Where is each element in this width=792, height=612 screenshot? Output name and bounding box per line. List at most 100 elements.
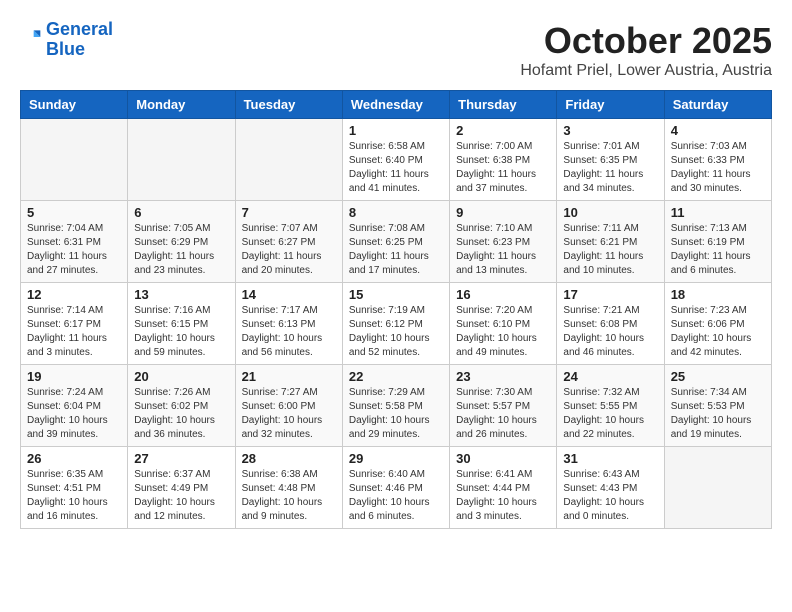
day-info: Sunrise: 6:37 AM Sunset: 4:49 PM Dayligh…: [134, 468, 228, 524]
calendar-day-cell: 6 Sunrise: 7:05 AM Sunset: 6:29 PM Daylig…: [128, 201, 235, 283]
day-info: Sunrise: 7:19 AM Sunset: 6:12 PM Dayligh…: [349, 304, 443, 360]
calendar-day-cell: 29 Sunrise: 6:40 AM Sunset: 4:46 PM Dayli…: [342, 447, 449, 529]
day-number: 4: [671, 123, 765, 138]
day-number: 14: [242, 287, 336, 302]
day-number: 20: [134, 369, 228, 384]
calendar-day-cell: 23 Sunrise: 7:30 AM Sunset: 5:57 PM Dayli…: [450, 365, 557, 447]
weekday-header-wednesday: Wednesday: [342, 91, 449, 119]
day-info: Sunrise: 6:43 AM Sunset: 4:43 PM Dayligh…: [563, 468, 657, 524]
calendar-week-row: 19 Sunrise: 7:24 AM Sunset: 6:04 PM Dayli…: [21, 365, 772, 447]
day-number: 9: [456, 205, 550, 220]
calendar-day-cell: 17 Sunrise: 7:21 AM Sunset: 6:08 PM Dayli…: [557, 283, 664, 365]
day-number: 10: [563, 205, 657, 220]
calendar-day-cell: 14 Sunrise: 7:17 AM Sunset: 6:13 PM Dayli…: [235, 283, 342, 365]
calendar-day-cell: 2 Sunrise: 7:00 AM Sunset: 6:38 PM Daylig…: [450, 119, 557, 201]
calendar-day-cell: 22 Sunrise: 7:29 AM Sunset: 5:58 PM Dayli…: [342, 365, 449, 447]
calendar-day-cell: 31 Sunrise: 6:43 AM Sunset: 4:43 PM Dayli…: [557, 447, 664, 529]
day-number: 22: [349, 369, 443, 384]
month-title: October 2025: [520, 20, 772, 62]
day-info: Sunrise: 7:05 AM Sunset: 6:29 PM Dayligh…: [134, 222, 228, 278]
calendar-week-row: 26 Sunrise: 6:35 AM Sunset: 4:51 PM Dayli…: [21, 447, 772, 529]
weekday-header-friday: Friday: [557, 91, 664, 119]
calendar-day-cell: 9 Sunrise: 7:10 AM Sunset: 6:23 PM Daylig…: [450, 201, 557, 283]
day-number: 2: [456, 123, 550, 138]
page-header: General Blue October 2025 Hofamt Priel, …: [20, 20, 772, 80]
day-info: Sunrise: 7:16 AM Sunset: 6:15 PM Dayligh…: [134, 304, 228, 360]
day-number: 3: [563, 123, 657, 138]
calendar-day-cell: 5 Sunrise: 7:04 AM Sunset: 6:31 PM Daylig…: [21, 201, 128, 283]
calendar-day-cell: 28Sunrise: 6:38 AM Sunset: 4:48 PM Dayli…: [235, 447, 342, 529]
day-info: Sunrise: 7:13 AM Sunset: 6:19 PM Dayligh…: [671, 222, 765, 278]
calendar-day-cell: [664, 447, 771, 529]
calendar-day-cell: 1Sunrise: 6:58 AM Sunset: 6:40 PM Daylig…: [342, 119, 449, 201]
day-info: Sunrise: 7:11 AM Sunset: 6:21 PM Dayligh…: [563, 222, 657, 278]
day-info: Sunrise: 6:40 AM Sunset: 4:46 PM Dayligh…: [349, 468, 443, 524]
day-number: 8: [349, 205, 443, 220]
calendar-day-cell: [128, 119, 235, 201]
calendar-day-cell: 4Sunrise: 7:03 AM Sunset: 6:33 PM Daylig…: [664, 119, 771, 201]
day-number: 19: [27, 369, 121, 384]
location-subtitle: Hofamt Priel, Lower Austria, Austria: [520, 62, 772, 80]
day-info: Sunrise: 7:04 AM Sunset: 6:31 PM Dayligh…: [27, 222, 121, 278]
day-info: Sunrise: 7:29 AM Sunset: 5:58 PM Dayligh…: [349, 386, 443, 442]
weekday-header-row: SundayMondayTuesdayWednesdayThursdayFrid…: [21, 91, 772, 119]
calendar-day-cell: 26 Sunrise: 6:35 AM Sunset: 4:51 PM Dayli…: [21, 447, 128, 529]
calendar-day-cell: 27Sunrise: 6:37 AM Sunset: 4:49 PM Dayli…: [128, 447, 235, 529]
day-info: Sunrise: 7:27 AM Sunset: 6:00 PM Dayligh…: [242, 386, 336, 442]
logo-text: General Blue: [46, 20, 113, 60]
day-number: 15: [349, 287, 443, 302]
calendar-day-cell: 15 Sunrise: 7:19 AM Sunset: 6:12 PM Dayli…: [342, 283, 449, 365]
weekday-header-monday: Monday: [128, 91, 235, 119]
day-info: Sunrise: 7:10 AM Sunset: 6:23 PM Dayligh…: [456, 222, 550, 278]
day-number: 13: [134, 287, 228, 302]
calendar-day-cell: 18Sunrise: 7:23 AM Sunset: 6:06 PM Dayli…: [664, 283, 771, 365]
day-info: Sunrise: 7:32 AM Sunset: 5:55 PM Dayligh…: [563, 386, 657, 442]
day-number: 12: [27, 287, 121, 302]
day-info: Sunrise: 7:07 AM Sunset: 6:27 PM Dayligh…: [242, 222, 336, 278]
calendar-day-cell: 21 Sunrise: 7:27 AM Sunset: 6:00 PM Dayli…: [235, 365, 342, 447]
day-number: 29: [349, 451, 443, 466]
day-info: Sunrise: 7:21 AM Sunset: 6:08 PM Dayligh…: [563, 304, 657, 360]
day-info: Sunrise: 7:00 AM Sunset: 6:38 PM Dayligh…: [456, 140, 550, 196]
calendar-week-row: 5 Sunrise: 7:04 AM Sunset: 6:31 PM Daylig…: [21, 201, 772, 283]
day-info: Sunrise: 7:30 AM Sunset: 5:57 PM Dayligh…: [456, 386, 550, 442]
day-number: 16: [456, 287, 550, 302]
logo-line2: Blue: [46, 39, 85, 59]
day-number: 30: [456, 451, 550, 466]
day-number: 26: [27, 451, 121, 466]
day-number: 31: [563, 451, 657, 466]
calendar-day-cell: 25Sunrise: 7:34 AM Sunset: 5:53 PM Dayli…: [664, 365, 771, 447]
calendar-day-cell: 7 Sunrise: 7:07 AM Sunset: 6:27 PM Daylig…: [235, 201, 342, 283]
title-block: October 2025 Hofamt Priel, Lower Austria…: [520, 20, 772, 80]
calendar-day-cell: 13 Sunrise: 7:16 AM Sunset: 6:15 PM Dayli…: [128, 283, 235, 365]
weekday-header-sunday: Sunday: [21, 91, 128, 119]
day-number: 17: [563, 287, 657, 302]
logo: General Blue: [20, 20, 113, 60]
calendar-day-cell: 30Sunrise: 6:41 AM Sunset: 4:44 PM Dayli…: [450, 447, 557, 529]
day-number: 21: [242, 369, 336, 384]
day-number: 7: [242, 205, 336, 220]
day-number: 5: [27, 205, 121, 220]
day-number: 6: [134, 205, 228, 220]
calendar-table: SundayMondayTuesdayWednesdayThursdayFrid…: [20, 90, 772, 529]
day-info: Sunrise: 7:26 AM Sunset: 6:02 PM Dayligh…: [134, 386, 228, 442]
logo-icon: [22, 27, 42, 47]
calendar-week-row: 1Sunrise: 6:58 AM Sunset: 6:40 PM Daylig…: [21, 119, 772, 201]
day-info: Sunrise: 7:01 AM Sunset: 6:35 PM Dayligh…: [563, 140, 657, 196]
calendar-day-cell: 20 Sunrise: 7:26 AM Sunset: 6:02 PM Dayli…: [128, 365, 235, 447]
day-number: 23: [456, 369, 550, 384]
day-info: Sunrise: 7:24 AM Sunset: 6:04 PM Dayligh…: [27, 386, 121, 442]
day-info: Sunrise: 7:08 AM Sunset: 6:25 PM Dayligh…: [349, 222, 443, 278]
day-info: Sunrise: 6:35 AM Sunset: 4:51 PM Dayligh…: [27, 468, 121, 524]
day-number: 24: [563, 369, 657, 384]
calendar-day-cell: 10 Sunrise: 7:11 AM Sunset: 6:21 PM Dayli…: [557, 201, 664, 283]
day-info: Sunrise: 6:58 AM Sunset: 6:40 PM Dayligh…: [349, 140, 443, 196]
calendar-week-row: 12Sunrise: 7:14 AM Sunset: 6:17 PM Dayli…: [21, 283, 772, 365]
weekday-header-tuesday: Tuesday: [235, 91, 342, 119]
logo-line1: General: [46, 19, 113, 39]
calendar-day-cell: 8 Sunrise: 7:08 AM Sunset: 6:25 PM Daylig…: [342, 201, 449, 283]
day-info: Sunrise: 7:17 AM Sunset: 6:13 PM Dayligh…: [242, 304, 336, 360]
calendar-day-cell: 12Sunrise: 7:14 AM Sunset: 6:17 PM Dayli…: [21, 283, 128, 365]
calendar-day-cell: 3 Sunrise: 7:01 AM Sunset: 6:35 PM Daylig…: [557, 119, 664, 201]
day-info: Sunrise: 7:20 AM Sunset: 6:10 PM Dayligh…: [456, 304, 550, 360]
